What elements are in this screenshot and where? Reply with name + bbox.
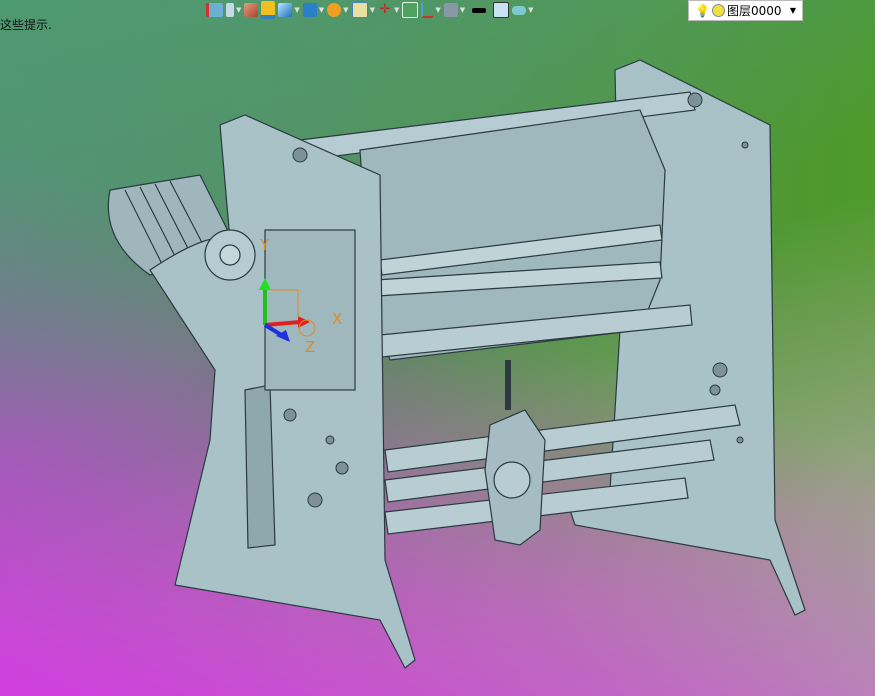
frame-cutout: [244, 384, 276, 549]
z-axis-label: Z: [305, 338, 315, 356]
cad-model[interactable]: Y X Z: [0, 0, 875, 696]
x-axis-label: X: [332, 310, 342, 328]
bearing-bore: [493, 461, 531, 499]
y-axis-label: Y: [259, 236, 270, 254]
